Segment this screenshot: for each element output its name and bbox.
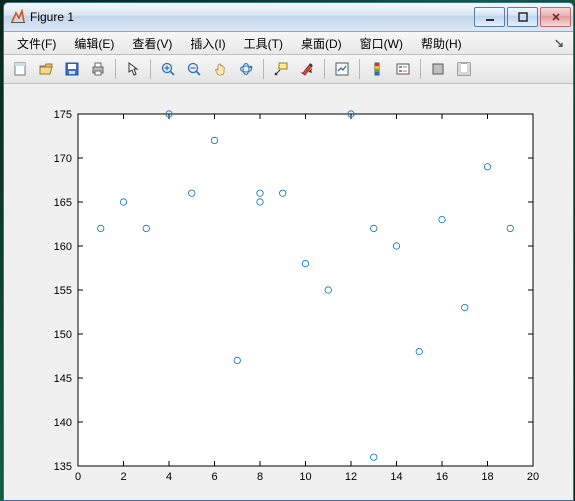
pan-button[interactable]	[208, 57, 232, 81]
matlab-figure-icon	[10, 9, 26, 25]
svg-text:4: 4	[166, 471, 172, 483]
menu-tools[interactable]: 工具(T)	[235, 32, 292, 55]
open-button[interactable]	[34, 57, 58, 81]
dock-icon[interactable]: ↘	[551, 35, 567, 51]
zoom-out-button[interactable]	[182, 57, 206, 81]
svg-text:20: 20	[527, 471, 539, 483]
window-title: Figure 1	[30, 10, 474, 24]
data-cursor-button[interactable]	[269, 57, 293, 81]
svg-text:8: 8	[257, 471, 263, 483]
menu-insert[interactable]: 插入(I)	[181, 32, 234, 55]
svg-text:10: 10	[299, 471, 311, 483]
svg-text:160: 160	[54, 241, 72, 253]
svg-text:18: 18	[481, 471, 493, 483]
svg-text:12: 12	[345, 471, 357, 483]
menu-file[interactable]: 文件(F)	[8, 32, 65, 55]
svg-text:165: 165	[54, 197, 72, 209]
figure-window: Figure 1 文件(F) 编辑(E) 查看(V) 插入(I) 工具(T) 桌…	[3, 2, 574, 501]
insert-legend-button[interactable]	[391, 57, 415, 81]
new-figure-button[interactable]	[8, 57, 32, 81]
edit-plot-arrow-button[interactable]	[121, 57, 145, 81]
titlebar[interactable]: Figure 1	[4, 3, 573, 32]
svg-text:14: 14	[390, 471, 402, 483]
svg-text:135: 135	[54, 461, 72, 473]
rotate-3d-button[interactable]	[234, 57, 258, 81]
svg-text:0: 0	[75, 471, 81, 483]
minimize-button[interactable]	[474, 7, 505, 27]
scatter-chart: 0 2 4 6 8 10 12 14 16 18 20 135 140 145 150 155 160 165 17…	[4, 84, 571, 501]
menu-window[interactable]: 窗口(W)	[351, 32, 412, 55]
menubar: 文件(F) 编辑(E) 查看(V) 插入(I) 工具(T) 桌面(D) 窗口(W…	[4, 32, 573, 55]
toolbar	[4, 55, 573, 84]
svg-text:170: 170	[54, 153, 72, 165]
svg-text:155: 155	[54, 285, 72, 297]
link-plot-button[interactable]	[330, 57, 354, 81]
print-button[interactable]	[86, 57, 110, 81]
menu-desktop[interactable]: 桌面(D)	[292, 32, 351, 55]
axes-area[interactable]: 0 2 4 6 8 10 12 14 16 18 20 135 140 145 150 155 160 165 17…	[4, 84, 573, 500]
close-button[interactable]	[540, 7, 571, 27]
maximize-button[interactable]	[507, 7, 538, 27]
svg-text:150: 150	[54, 329, 72, 341]
save-button[interactable]	[60, 57, 84, 81]
menu-edit[interactable]: 编辑(E)	[65, 32, 123, 55]
zoom-in-button[interactable]	[156, 57, 180, 81]
menu-help[interactable]: 帮助(H)	[412, 32, 471, 55]
brush-button[interactable]	[295, 57, 319, 81]
svg-text:16: 16	[436, 471, 448, 483]
svg-text:145: 145	[54, 373, 72, 385]
hide-plot-tools-button[interactable]	[426, 57, 450, 81]
svg-text:175: 175	[54, 109, 72, 121]
menu-view[interactable]: 查看(V)	[123, 32, 181, 55]
svg-text:2: 2	[120, 471, 126, 483]
svg-text:6: 6	[211, 471, 217, 483]
svg-text:140: 140	[54, 417, 72, 429]
insert-colorbar-button[interactable]	[365, 57, 389, 81]
show-plot-tools-button[interactable]	[452, 57, 476, 81]
